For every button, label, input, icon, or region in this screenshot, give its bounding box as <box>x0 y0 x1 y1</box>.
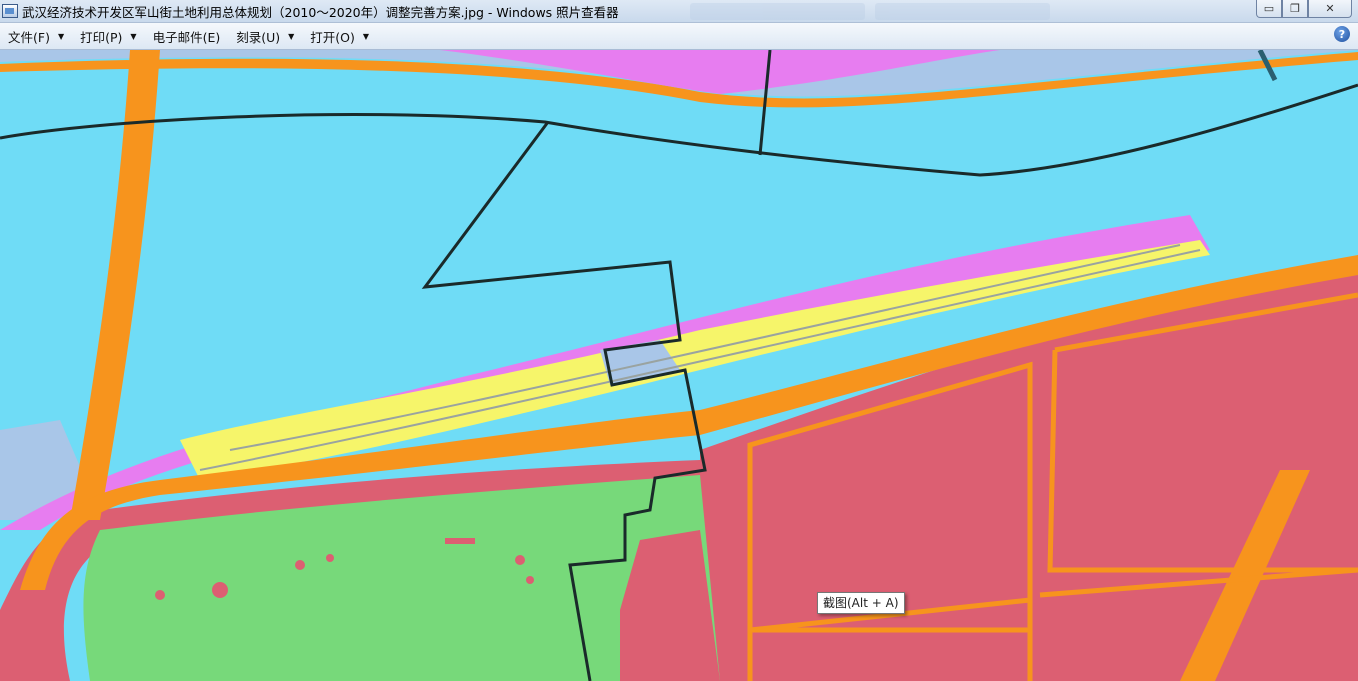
tooltip-screenshot-hint: 截图(Alt + A) <box>817 592 905 614</box>
close-icon: ✕ <box>1325 2 1335 15</box>
menu-open[interactable]: 打开(O) ▼ <box>302 25 377 47</box>
menu-print[interactable]: 打印(P) ▼ <box>72 25 144 47</box>
menu-bar: 文件(F) ▼ 打印(P) ▼ 电子邮件(E) 刻录(U) ▼ 打开(O) ▼ … <box>0 23 1358 50</box>
background-taskbar-ghost <box>690 3 1050 20</box>
menu-burn[interactable]: 刻录(U) ▼ <box>228 25 302 47</box>
window-controls: ▭ ❐ ✕ <box>1256 0 1352 18</box>
chevron-down-icon: ▼ <box>288 31 295 41</box>
menu-file[interactable]: 文件(F) ▼ <box>0 25 72 47</box>
land-use-map-image <box>0 50 1358 681</box>
title-bar: 武汉经济技术开发区军山街土地利用总体规划（2010～2020年）调整完善方案.j… <box>0 0 1358 23</box>
menu-email[interactable]: 电子邮件(E) <box>145 25 229 47</box>
maximize-button[interactable]: ❐ <box>1282 0 1308 18</box>
image-viewport[interactable]: 截图(Alt + A) <box>0 50 1358 681</box>
help-icon: ? <box>1338 27 1346 41</box>
photo-viewer-icon <box>2 4 18 18</box>
window-title: 武汉经济技术开发区军山街土地利用总体规划（2010～2020年）调整完善方案.j… <box>22 4 619 20</box>
chevron-down-icon: ▼ <box>57 31 65 41</box>
close-button[interactable]: ✕ <box>1308 0 1352 18</box>
chevron-down-icon: ▼ <box>130 31 137 41</box>
chevron-down-icon: ▼ <box>362 31 370 41</box>
minimize-icon: ▭ <box>1263 2 1275 15</box>
minimize-button[interactable]: ▭ <box>1256 0 1282 18</box>
maximize-icon: ❐ <box>1290 2 1300 15</box>
help-button[interactable]: ? <box>1334 26 1350 42</box>
